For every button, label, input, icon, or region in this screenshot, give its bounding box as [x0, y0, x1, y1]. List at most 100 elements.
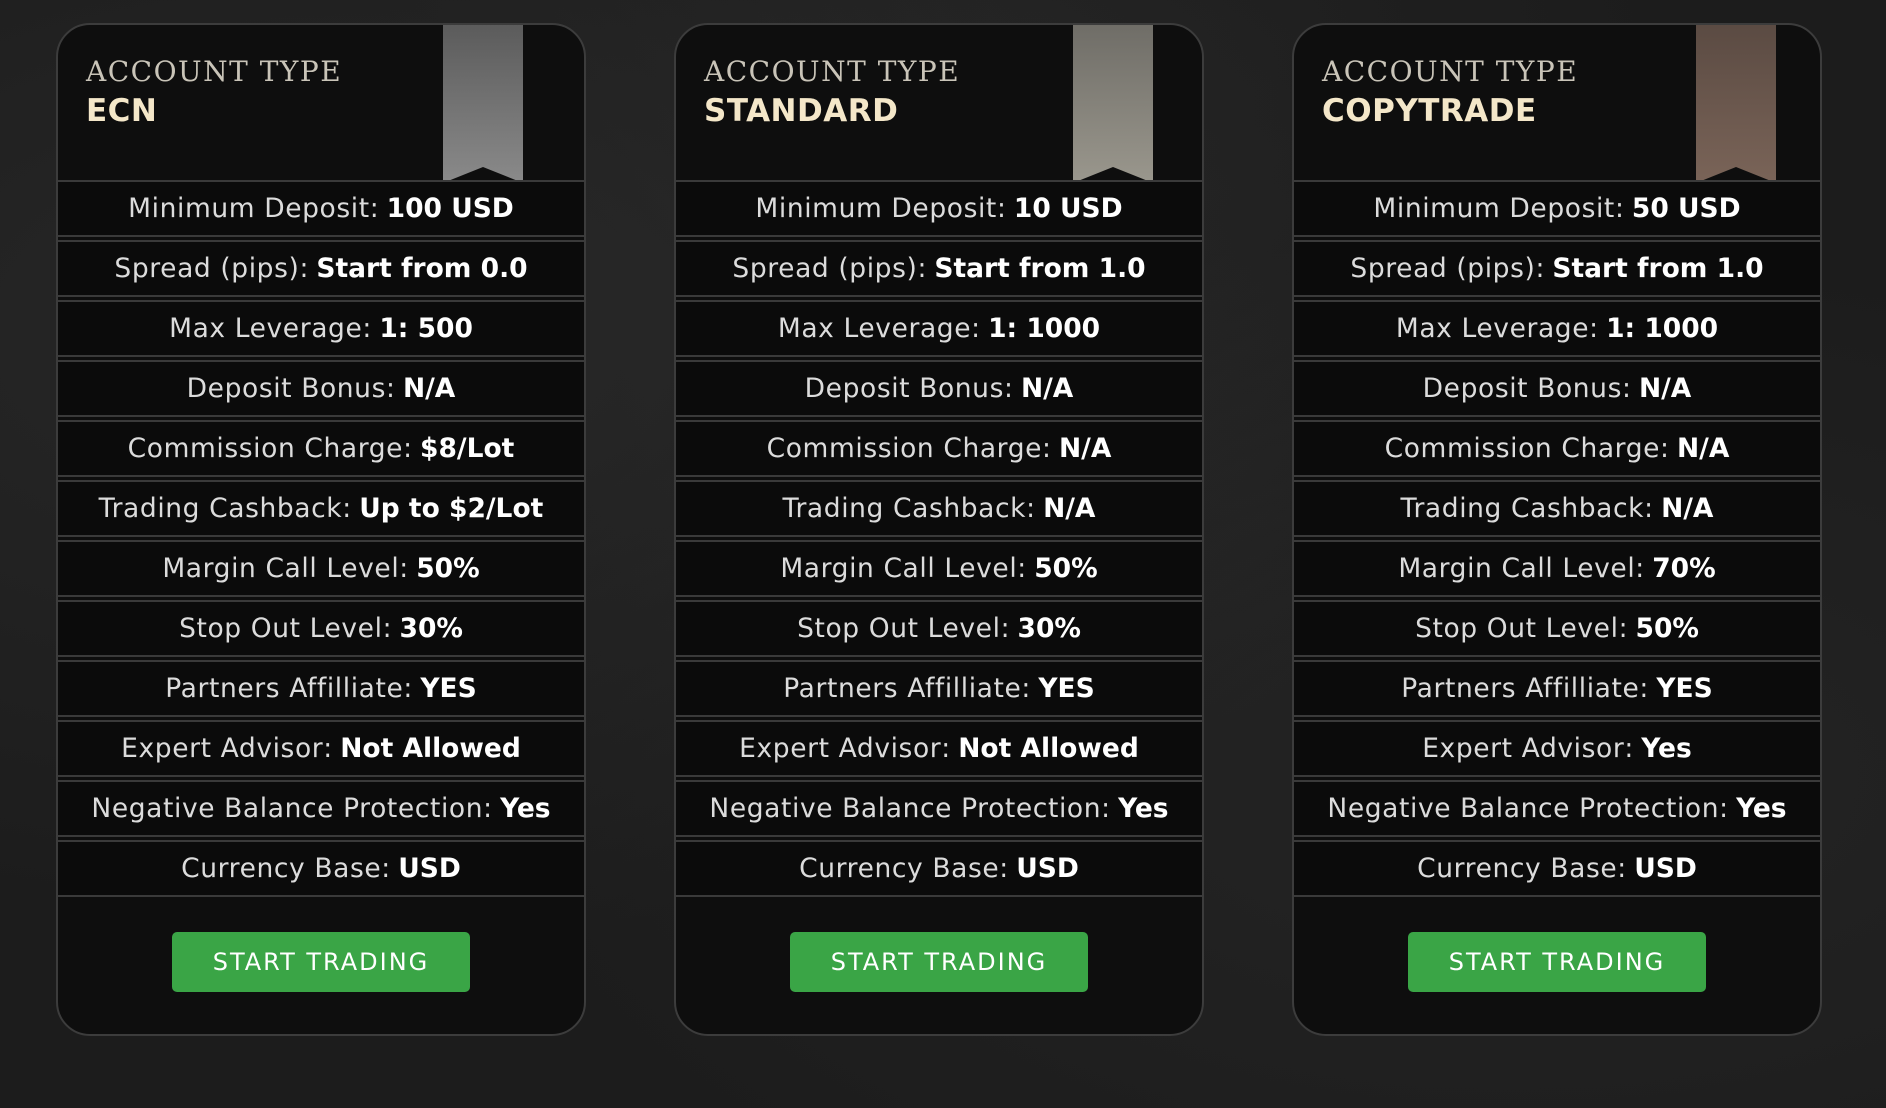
- feature-row-stop-out-level: Stop Out Level:50%: [1294, 600, 1820, 657]
- feature-row-negative-balance-protection: Negative Balance Protection: Yes: [676, 780, 1202, 837]
- feature-value: N/A: [1058, 433, 1112, 464]
- feature-label: Currency Base: [1417, 853, 1618, 884]
- feature-label: Stop Out Level: [1415, 613, 1619, 644]
- feature-value: Yes: [1736, 793, 1787, 824]
- feature-label: Commission Charge: [127, 433, 404, 464]
- feature-label: Commission Charge: [766, 433, 1043, 464]
- feature-row-margin-call-level: Margin Call Level:50%: [58, 540, 584, 597]
- feature-label: Max Leverage: [1395, 313, 1590, 344]
- feature-value: 70%: [1652, 553, 1716, 584]
- feature-label: Minimum Deposit: [755, 193, 997, 224]
- feature-list: Minimum Deposit:100 USD Spread (pips): St…: [58, 180, 584, 900]
- feature-value: YES: [1656, 673, 1713, 704]
- feature-value: 30%: [399, 613, 463, 644]
- feature-label: Stop Out Level: [179, 613, 383, 644]
- account-type-label: ACCOUNT TYPE: [1322, 55, 1579, 88]
- feature-label: Commission Charge: [1384, 433, 1661, 464]
- feature-row-partners-affiliate: Partners Affilliate: YES: [1294, 660, 1820, 717]
- card-header: ACCOUNT TYPE COPYTRADE: [1294, 25, 1820, 183]
- account-card-copytrade: ACCOUNT TYPE COPYTRADE Minimum Deposit:5…: [1292, 23, 1822, 1036]
- feature-value: Yes: [1641, 733, 1692, 764]
- feature-row-partners-affiliate: Partners Affilliate: YES: [58, 660, 584, 717]
- feature-label: Margin Call Level: [162, 553, 400, 584]
- feature-row-commission-charge: Commission Charge: N/A: [1294, 420, 1820, 477]
- feature-value: Yes: [1118, 793, 1169, 824]
- feature-value: Start from 1.0: [1552, 253, 1764, 284]
- feature-label: Negative Balance Protection: [1327, 793, 1720, 824]
- feature-row-expert-advisor: Expert Advisor: Not Allowed: [676, 720, 1202, 777]
- feature-row-stop-out-level: Stop Out Level:30%: [676, 600, 1202, 657]
- feature-label: Partners Affilliate: [783, 673, 1022, 704]
- feature-value: Start from 0.0: [316, 253, 528, 284]
- feature-label: Margin Call Level: [780, 553, 1018, 584]
- feature-value: 1: 500: [379, 313, 473, 344]
- feature-label: Stop Out Level: [797, 613, 1001, 644]
- feature-row-margin-call-level: Margin Call Level:70%: [1294, 540, 1820, 597]
- feature-label: Expert Advisor: [739, 733, 942, 764]
- bookmark-ribbon-icon: [443, 25, 523, 183]
- feature-list: Minimum Deposit:10 USD Spread (pips): Sta…: [676, 180, 1202, 900]
- feature-row-spread: Spread (pips): Start from 1.0: [1294, 240, 1820, 297]
- account-card-standard: ACCOUNT TYPE STANDARD Minimum Deposit:10…: [674, 23, 1204, 1036]
- feature-row-stop-out-level: Stop Out Level:30%: [58, 600, 584, 657]
- feature-row-spread: Spread (pips): Start from 1.0: [676, 240, 1202, 297]
- feature-value: 1: 1000: [1606, 313, 1719, 344]
- feature-label: Currency Base: [181, 853, 382, 884]
- feature-value: N/A: [1661, 493, 1714, 524]
- feature-row-negative-balance-protection: Negative Balance Protection: Yes: [1294, 780, 1820, 837]
- start-trading-button[interactable]: START TRADING: [790, 932, 1088, 992]
- feature-row-minimum-deposit: Minimum Deposit:50 USD: [1294, 180, 1820, 237]
- feature-value: Not Allowed: [958, 733, 1139, 764]
- feature-value: 50%: [1635, 613, 1699, 644]
- feature-row-currency-base: Currency Base: USD: [676, 840, 1202, 897]
- feature-label: Spread (pips): [114, 253, 300, 284]
- feature-value: USD: [1016, 853, 1079, 884]
- feature-value: USD: [1634, 853, 1697, 884]
- feature-value: Start from 1.0: [934, 253, 1146, 284]
- feature-row-deposit-bonus: Deposit Bonus: N/A: [676, 360, 1202, 417]
- feature-row-negative-balance-protection: Negative Balance Protection: Yes: [58, 780, 584, 837]
- feature-row-trading-cashback: Trading Cashback: N/A: [676, 480, 1202, 537]
- feature-value: N/A: [1043, 493, 1096, 524]
- feature-value: 50 USD: [1631, 193, 1741, 224]
- feature-label: Spread (pips): [1350, 253, 1536, 284]
- feature-value: 100 USD: [386, 193, 514, 224]
- feature-row-max-leverage: Max Leverage:1: 500: [58, 300, 584, 357]
- feature-row-trading-cashback: Trading Cashback: N/A: [1294, 480, 1820, 537]
- feature-value: 10 USD: [1013, 193, 1123, 224]
- feature-label: Expert Advisor: [1422, 733, 1625, 764]
- account-type-label: ACCOUNT TYPE: [704, 55, 961, 88]
- feature-label: Minimum Deposit: [128, 193, 370, 224]
- feature-row-expert-advisor: Expert Advisor: Yes: [1294, 720, 1820, 777]
- account-types-section: ACCOUNT TYPE ECN Minimum Deposit:100 USD…: [0, 0, 1886, 1108]
- feature-row-partners-affiliate: Partners Affilliate: YES: [676, 660, 1202, 717]
- feature-row-max-leverage: Max Leverage:1: 1000: [1294, 300, 1820, 357]
- feature-row-currency-base: Currency Base: USD: [58, 840, 584, 897]
- feature-row-trading-cashback: Trading Cashback: Up to $2/Lot: [58, 480, 584, 537]
- feature-row-minimum-deposit: Minimum Deposit:100 USD: [58, 180, 584, 237]
- feature-label: Max Leverage: [169, 313, 363, 344]
- feature-label: Trading Cashback: [782, 493, 1027, 524]
- start-trading-button[interactable]: START TRADING: [172, 932, 470, 992]
- feature-label: Trading Cashback: [1400, 493, 1645, 524]
- feature-value: Up to $2/Lot: [359, 493, 544, 524]
- feature-row-currency-base: Currency Base: USD: [1294, 840, 1820, 897]
- feature-row-expert-advisor: Expert Advisor: Not Allowed: [58, 720, 584, 777]
- card-header: ACCOUNT TYPE STANDARD: [676, 25, 1202, 183]
- feature-value: 30%: [1017, 613, 1081, 644]
- feature-label: Trading Cashback: [98, 493, 343, 524]
- feature-label: Negative Balance Protection: [709, 793, 1102, 824]
- feature-row-minimum-deposit: Minimum Deposit:10 USD: [676, 180, 1202, 237]
- start-trading-button[interactable]: START TRADING: [1408, 932, 1706, 992]
- account-type-name: STANDARD: [704, 93, 899, 129]
- feature-value: N/A: [1638, 373, 1692, 404]
- feature-label: Deposit Bonus: [804, 373, 1004, 404]
- feature-value: 50%: [1034, 553, 1098, 584]
- feature-value: N/A: [1020, 373, 1074, 404]
- bookmark-ribbon-icon: [1073, 25, 1153, 183]
- feature-value: USD: [398, 853, 461, 884]
- feature-label: Negative Balance Protection: [91, 793, 484, 824]
- bookmark-ribbon-icon: [1696, 25, 1776, 183]
- feature-label: Minimum Deposit: [1373, 193, 1615, 224]
- feature-row-commission-charge: Commission Charge: N/A: [676, 420, 1202, 477]
